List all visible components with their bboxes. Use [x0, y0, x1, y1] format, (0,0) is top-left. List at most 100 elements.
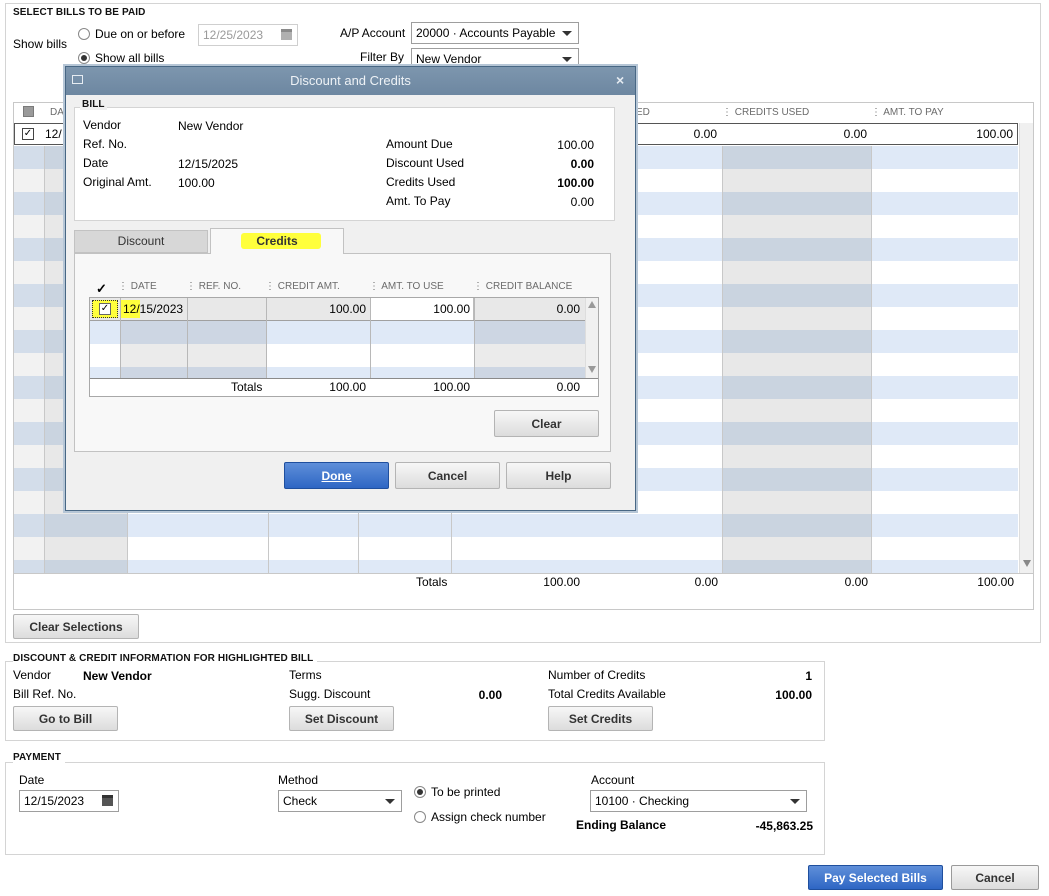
bill-section-title: BILL: [80, 99, 107, 110]
credits-total-balance: 0.00: [556, 380, 580, 394]
dlg-amount-due-value: 100.00: [557, 138, 594, 152]
payment-date-field[interactable]: 12/15/2023: [19, 790, 119, 812]
dialog-cancel-button[interactable]: Cancel: [395, 462, 500, 489]
credit-row-credit-balance: 0.00: [556, 302, 580, 316]
table-column-divider: [871, 146, 872, 573]
total-amt-to-pay: 100.00: [977, 575, 1014, 589]
dlg-discount-used-value: 0.00: [570, 157, 594, 171]
credits-column-divider: [187, 298, 188, 378]
select-all-checkbox[interactable]: [23, 106, 34, 117]
assign-check-number-label: Assign check number: [431, 810, 546, 824]
payment-title: PAYMENT: [13, 752, 65, 763]
dc-vendor-label: Vendor: [13, 668, 52, 682]
dlg-vendor-value: New Vendor: [178, 119, 244, 133]
total-credits-used: 0.00: [844, 575, 868, 589]
credits-col-date: ⋮ DATE: [118, 281, 157, 292]
discount-credits-dialog: Discount and Credits × BILL Vendor New V…: [65, 66, 636, 511]
scroll-up-icon[interactable]: [588, 301, 596, 308]
credit-row-amt-to-use: 100.00: [433, 302, 470, 316]
help-button[interactable]: Help: [506, 462, 611, 489]
sugg-discount-value: 0.00: [478, 688, 502, 702]
chevron-down-icon: [385, 799, 395, 804]
close-icon[interactable]: ×: [616, 72, 624, 88]
tab-credits-label: Credits: [256, 234, 298, 248]
scroll-down-icon[interactable]: [588, 366, 596, 373]
credits-column-shade: [187, 321, 266, 378]
method-dropdown[interactable]: Check: [278, 790, 402, 812]
credits-total-amt-to-use: 100.00: [433, 380, 470, 394]
credit-row-checkbox[interactable]: ✓: [92, 300, 118, 318]
set-credits-button[interactable]: Set Credits: [548, 706, 653, 731]
credits-col-credit-balance: ⋮ CREDIT BALANCE: [473, 281, 573, 292]
total-credits-label: Total Credits Available: [548, 687, 666, 701]
credit-row-credit-amt: 100.00: [329, 302, 366, 316]
row-select-checkbox[interactable]: ✓: [22, 128, 34, 140]
sugg-discount-label: Sugg. Discount: [289, 687, 371, 701]
total-credits-value: 100.00: [775, 688, 812, 702]
clear-button[interactable]: Clear: [494, 410, 599, 437]
due-date-value: 12/25/2023: [203, 28, 264, 42]
num-credits-value: 1: [805, 669, 812, 683]
total-discount-used: 0.00: [694, 575, 718, 589]
window-menu-icon[interactable]: [72, 75, 83, 84]
dlg-date-value: 12/15/2025: [178, 157, 239, 171]
ap-account-label: A/P Account: [340, 26, 406, 40]
calendar-icon[interactable]: [102, 795, 113, 806]
bill-ref-label: Bill Ref. No.: [13, 687, 77, 701]
col-header-discount-used: ED: [636, 107, 650, 118]
scroll-down-icon[interactable]: [1023, 560, 1031, 567]
credits-row[interactable]: ✓ 12/15/2023 100.00 100.00 0.00: [90, 298, 585, 321]
dlg-ref-no-label: Ref. No.: [83, 137, 128, 151]
dlg-amount-due-label: Amount Due: [386, 137, 453, 151]
credits-column-divider: [120, 298, 121, 378]
table-column-divider: [722, 146, 723, 573]
set-discount-button[interactable]: Set Discount: [289, 706, 394, 731]
dialog-title: Discount and Credits: [66, 67, 635, 95]
dlg-original-amt-label: Original Amt.: [83, 175, 152, 189]
to-be-printed-label: To be printed: [431, 785, 501, 799]
table-column-shade: [14, 146, 44, 573]
ap-account-dropdown[interactable]: 20000 · Accounts Payable: [411, 22, 579, 44]
dlg-credits-used-label: Credits Used: [386, 175, 456, 189]
go-to-bill-button[interactable]: Go to Bill: [13, 706, 118, 731]
chevron-down-icon: [562, 57, 572, 62]
due-date-field[interactable]: 12/25/2023: [198, 24, 298, 46]
credits-column-shade: [120, 321, 187, 378]
credits-column-divider: [266, 298, 267, 378]
clear-selections-button[interactable]: Clear Selections: [13, 614, 139, 639]
due-on-or-before-label: Due on or before: [95, 27, 186, 41]
filter-by-value: New Vendor: [416, 52, 482, 66]
credits-col-amt-to-use: ⋮ AMT. TO USE: [369, 281, 444, 292]
chevron-down-icon: [562, 31, 572, 36]
method-value: Check: [283, 794, 318, 808]
ap-account-value: 20000 · Accounts Payable: [416, 26, 556, 40]
done-button[interactable]: Done: [284, 462, 389, 489]
dlg-vendor-label: Vendor: [83, 118, 122, 132]
dlg-amt-to-pay-label: Amt. To Pay: [386, 194, 451, 208]
credits-total-credit-amt: 100.00: [329, 380, 366, 394]
show-all-bills-label: Show all bills: [95, 51, 165, 65]
credits-totals-label: Totals: [231, 380, 263, 394]
tab-credits[interactable]: Credits: [210, 228, 344, 254]
to-be-printed-radio[interactable]: [414, 786, 426, 798]
pay-selected-bills-button[interactable]: Pay Selected Bills: [808, 865, 943, 890]
bills-scrollbar[interactable]: [1019, 123, 1033, 573]
assign-check-number-radio[interactable]: [414, 811, 426, 823]
credits-col-ref-no: ⋮ REF. NO.: [186, 281, 242, 292]
cancel-button[interactable]: Cancel: [951, 865, 1039, 890]
show-all-bills-radio[interactable]: [78, 52, 90, 64]
due-on-or-before-radio[interactable]: [78, 28, 90, 40]
dlg-discount-used-label: Discount Used: [386, 156, 465, 170]
chevron-down-icon: [790, 799, 800, 804]
credits-column-shade: [474, 321, 585, 378]
filter-by-label: Filter By: [360, 50, 405, 64]
row-date: 12/: [45, 127, 62, 141]
account-dropdown[interactable]: 10100 · Checking: [590, 790, 807, 812]
calendar-icon[interactable]: [281, 29, 292, 40]
show-bills-label: Show bills: [13, 37, 68, 51]
credits-column-divider: [370, 298, 371, 378]
tab-discount[interactable]: Discount: [74, 230, 208, 253]
dlg-date-label: Date: [83, 156, 109, 170]
credits-scrollbar[interactable]: [585, 298, 598, 378]
account-value: 10100 · Checking: [595, 794, 690, 808]
